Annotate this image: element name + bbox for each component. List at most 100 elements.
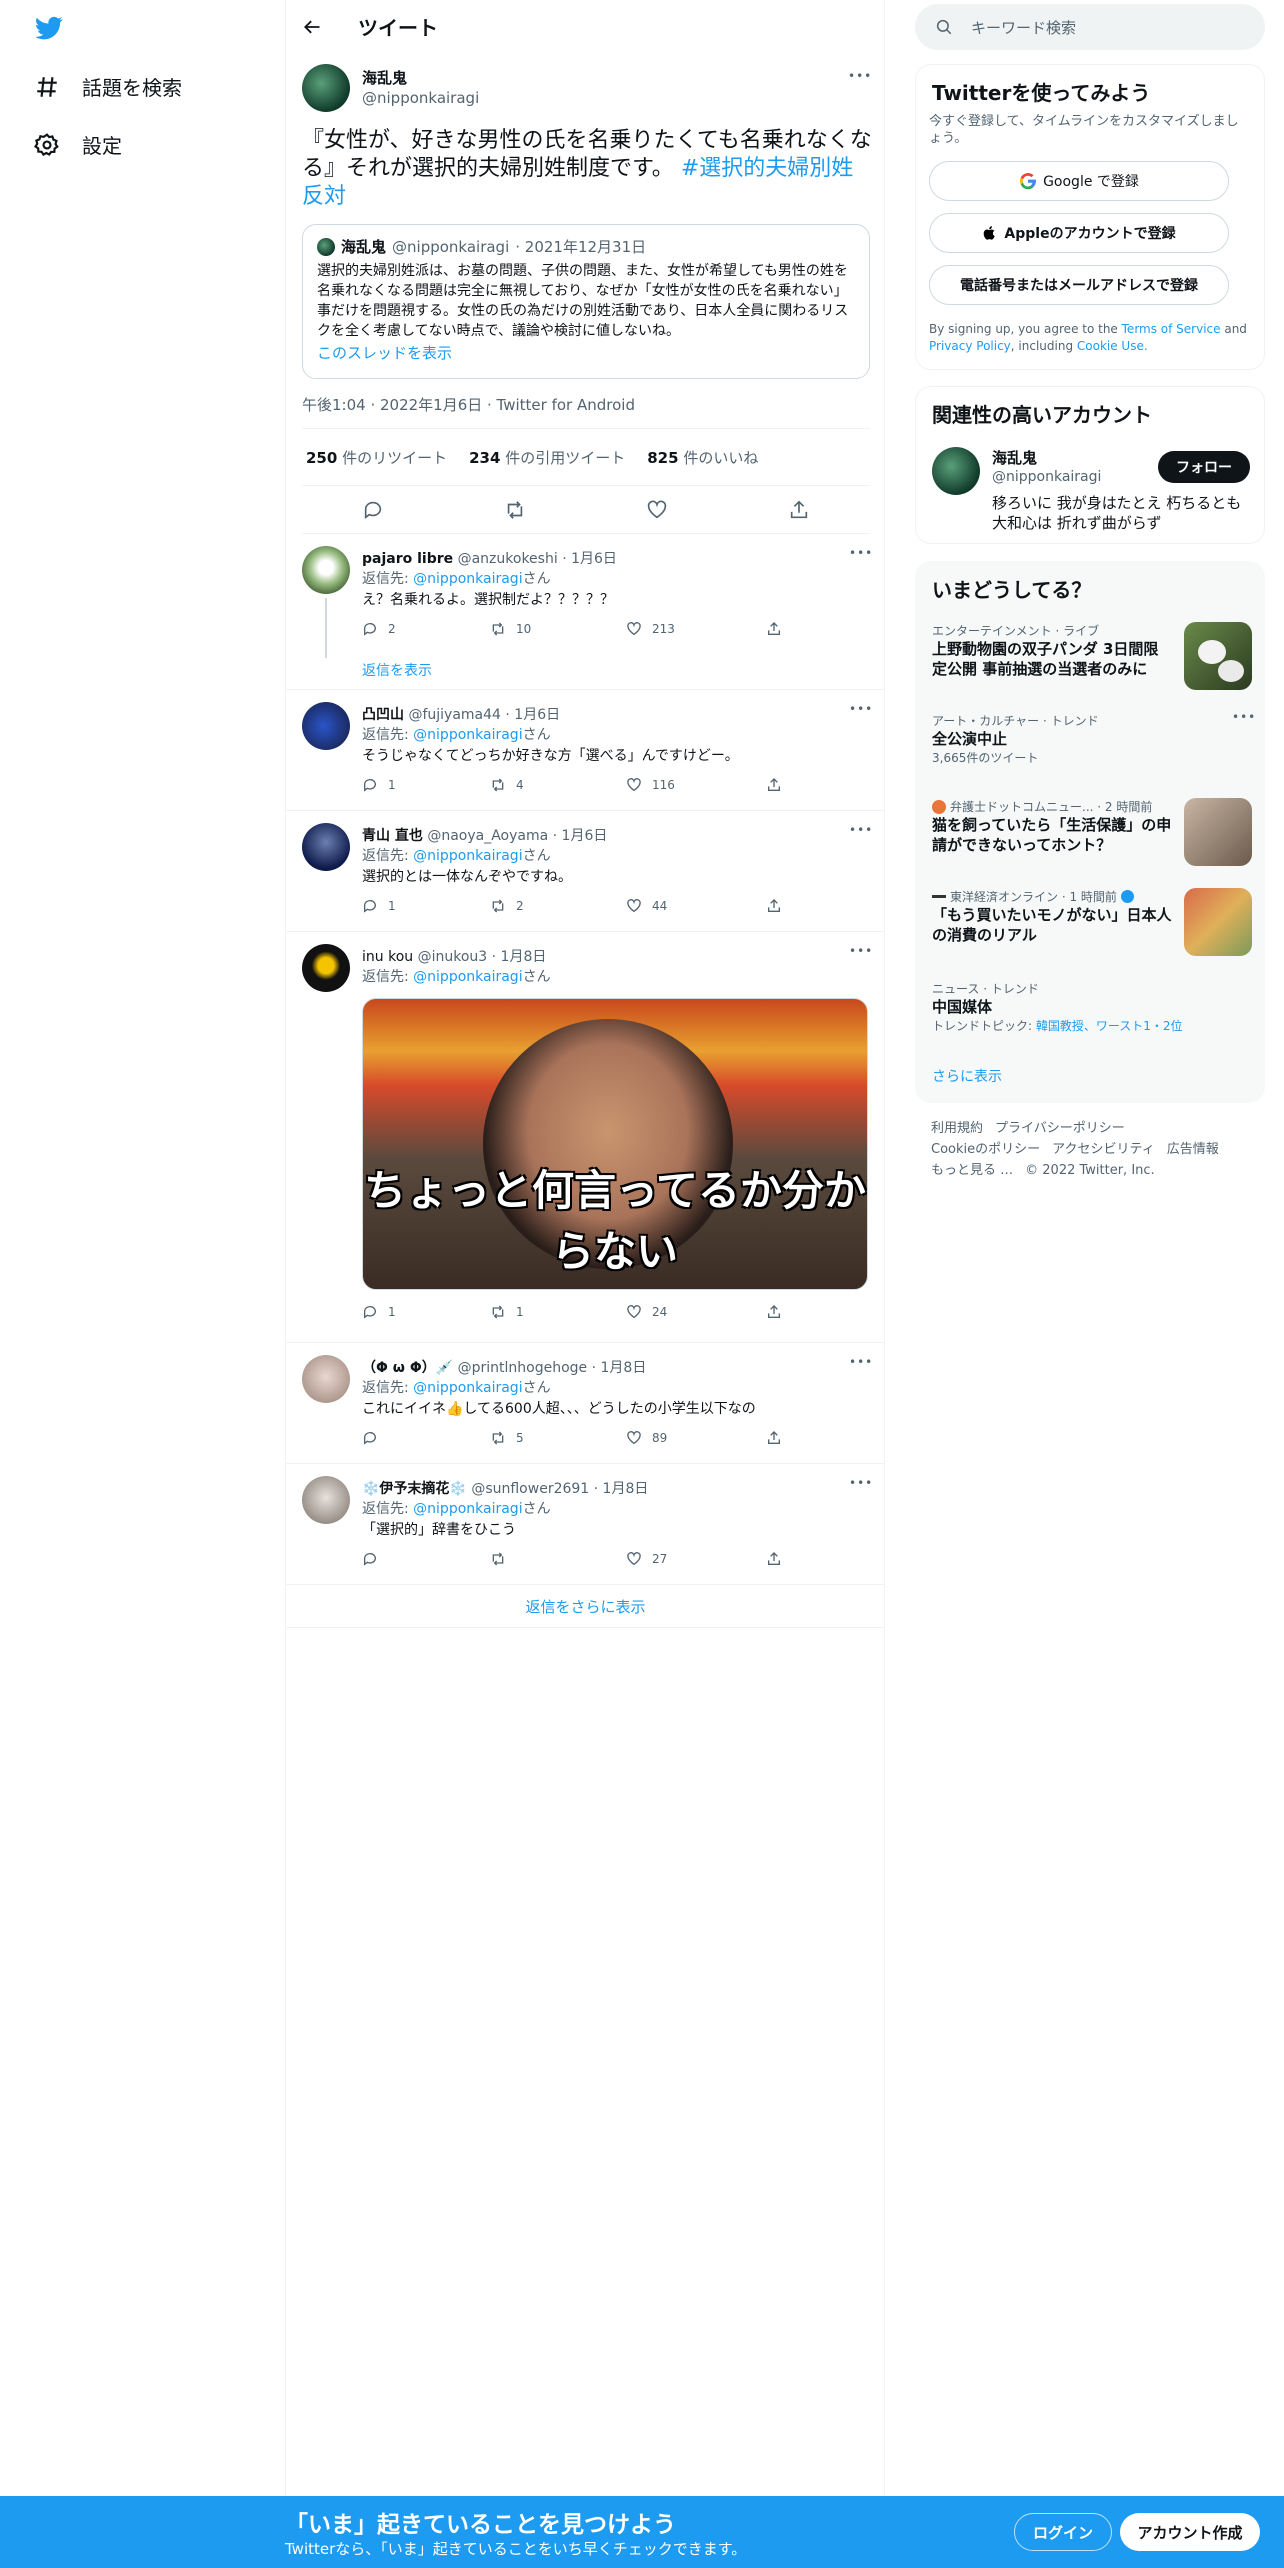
reply-tweet[interactable]: 凸凹山 @fujiyama44 · 1月6日 返信先: @nipponkaira… [286, 690, 885, 811]
retweet-button[interactable]: 5 [490, 1430, 524, 1446]
reply-author-name[interactable]: （Φ ω Φ）💉 [362, 1360, 453, 1376]
reply-author-name[interactable]: 凸凹山 [362, 707, 404, 723]
reply-author-name[interactable]: inu kou [362, 949, 413, 965]
reply-author-name[interactable]: 青山 直也 [362, 828, 423, 844]
phone-email-signup-button[interactable]: 電話番号またはメールアドレスで登録 [929, 265, 1229, 305]
reply-date[interactable]: · 1月8日 [592, 1360, 647, 1376]
reply-author-handle[interactable]: @inukou3 [418, 949, 488, 965]
more-options-icon[interactable] [849, 702, 873, 716]
mention-link[interactable]: @nipponkairagi [413, 1380, 522, 1396]
reply-author-handle[interactable]: @anzukokeshi [458, 551, 558, 567]
mention-link[interactable]: @nipponkairagi [413, 1501, 522, 1517]
more-options-icon[interactable] [849, 546, 873, 560]
nav-explore[interactable]: 話題を検索 [34, 72, 182, 101]
footer-link[interactable]: プライバシーポリシー [995, 1121, 1125, 1136]
privacy-link[interactable]: Privacy Policy [929, 339, 1011, 353]
share-button[interactable] [766, 1551, 782, 1567]
google-signup-button[interactable]: Google で登録 [929, 161, 1229, 201]
like-button[interactable]: 116 [626, 777, 675, 793]
search-input[interactable]: キーワード検索 [971, 17, 1076, 38]
more-replies-link[interactable]: 返信をさらに表示 [525, 1596, 645, 1617]
footer-link[interactable]: もっと見る … [931, 1163, 1013, 1178]
retweet-button[interactable] [490, 1551, 516, 1567]
avatar[interactable] [302, 823, 350, 871]
nav-settings[interactable]: 設定 [34, 130, 122, 159]
retweet-icon[interactable] [504, 499, 526, 521]
like-button[interactable]: 24 [626, 1304, 667, 1320]
mention-link[interactable]: @nipponkairagi [413, 571, 522, 587]
reply-author-name[interactable]: pajaro libre [362, 551, 453, 567]
mention-link[interactable]: @nipponkairagi [413, 969, 522, 985]
cookie-link[interactable]: Cookie Use. [1077, 339, 1148, 353]
twitter-logo-icon[interactable] [33, 14, 65, 42]
back-arrow-icon[interactable] [302, 17, 322, 37]
reply-author-handle[interactable]: @fujiyama44 [408, 707, 500, 723]
share-button[interactable] [766, 1304, 782, 1320]
signup-button[interactable]: アカウント作成 [1120, 2513, 1260, 2551]
avatar[interactable] [302, 1355, 350, 1403]
share-button[interactable] [766, 898, 782, 914]
mention-link[interactable]: @nipponkairagi [413, 848, 522, 864]
footer-link[interactable]: 利用規約 [931, 1121, 983, 1136]
share-button[interactable] [766, 621, 782, 637]
reply-date[interactable]: · 1月6日 [505, 707, 560, 723]
footer-link[interactable]: 広告情報 [1167, 1142, 1219, 1157]
footer-link[interactable]: アクセシビリティ [1052, 1142, 1155, 1157]
quote-stat[interactable]: 234 件の引用ツイート [469, 447, 625, 468]
trend-item[interactable]: アート・カルチャー · トレンド 全公演中止 3,665件のツイート [932, 710, 1256, 766]
retweet-stat[interactable]: 250 件のリツイート [306, 447, 447, 468]
show-thread-link[interactable]: このスレッドを表示 [317, 343, 855, 363]
reply-author-handle[interactable]: @naoya_Aoyama [427, 828, 548, 844]
reply-button[interactable]: 1 [362, 777, 396, 793]
share-button[interactable] [766, 1430, 782, 1446]
like-button[interactable]: 213 [626, 621, 675, 637]
quoted-tweet[interactable]: 海乱鬼 @nipponkairagi · 2021年12月31日 選択的夫婦別姓… [302, 224, 870, 379]
share-button[interactable] [766, 777, 782, 793]
trend-item[interactable]: 東洋経済オンライン · 1 時間前 「もう買いたいモノがない」日本人の消費のリア… [932, 888, 1252, 956]
more-options-icon[interactable] [848, 69, 872, 83]
like-button[interactable]: 89 [626, 1430, 667, 1446]
like-button[interactable]: 44 [626, 898, 667, 914]
reply-date[interactable]: · 1月6日 [562, 551, 617, 567]
reply-icon[interactable] [362, 499, 384, 521]
related-name[interactable]: 海乱鬼 [992, 447, 1037, 468]
reply-button[interactable]: 1 [362, 1304, 396, 1320]
reply-tweet[interactable]: （Φ ω Φ）💉 @printlnhogehoge · 1月8日 返信先: @n… [286, 1343, 885, 1464]
trend-item[interactable]: 弁護士ドットコムニュー... · 2 時間前 猫を飼っていたら「生活保護」の申請… [932, 798, 1252, 866]
more-options-icon[interactable] [1232, 710, 1256, 724]
avatar[interactable] [932, 447, 980, 495]
reply-author-name[interactable]: ❄️伊予末摘花❄️ [362, 1481, 467, 1497]
reply-tweet[interactable]: pajaro libre @anzukokeshi · 1月6日 返信先: @n… [286, 534, 885, 690]
footer-link[interactable]: Cookieのポリシー [931, 1142, 1040, 1157]
share-icon[interactable] [788, 499, 810, 521]
like-stat[interactable]: 825 件のいいね [647, 447, 758, 468]
trend-item[interactable]: ニュース · トレンド 中国媒体 トレンドトピック: 韓国教授、ワースト1・2位 [932, 980, 1252, 1034]
like-button[interactable]: 27 [626, 1551, 667, 1567]
more-options-icon[interactable] [849, 1476, 873, 1490]
reply-image[interactable]: ちょっと何言ってるか分からない [362, 998, 868, 1290]
search-bar[interactable]: キーワード検索 [915, 4, 1265, 50]
reply-author-handle[interactable]: @printlnhogehoge [458, 1360, 588, 1376]
author-name[interactable]: 海乱鬼 [362, 67, 407, 88]
more-options-icon[interactable] [849, 944, 873, 958]
retweet-button[interactable]: 10 [490, 621, 531, 637]
reply-date[interactable]: · 1月8日 [594, 1481, 649, 1497]
reply-button[interactable]: 2 [362, 621, 396, 637]
show-more-link[interactable]: さらに表示 [932, 1066, 1002, 1086]
reply-date[interactable]: · 1月6日 [553, 828, 608, 844]
avatar[interactable] [302, 944, 350, 992]
reply-button[interactable] [362, 1430, 388, 1446]
reply-tweet[interactable]: inu kou @inukou3 · 1月8日 返信先: @nipponkair… [286, 932, 885, 1343]
avatar[interactable] [302, 64, 350, 112]
login-button[interactable]: ログイン [1014, 2513, 1112, 2551]
apple-signup-button[interactable]: Appleのアカウントで登録 [929, 213, 1229, 253]
author-handle[interactable]: @nipponkairagi [362, 89, 479, 107]
reply-date[interactable]: · 1月8日 [492, 949, 547, 965]
reply-author-handle[interactable]: @sunflower2691 [471, 1481, 589, 1497]
follow-button[interactable]: フォロー [1158, 451, 1250, 483]
terms-link[interactable]: Terms of Service [1122, 322, 1221, 336]
trend-item[interactable]: エンターテインメント · ライブ 上野動物園の双子パンダ 3日間限定公開 事前抽… [932, 622, 1252, 690]
retweet-button[interactable]: 1 [490, 1304, 524, 1320]
show-replies-link[interactable]: 返信を表示 [362, 660, 432, 680]
reply-button[interactable] [362, 1551, 388, 1567]
